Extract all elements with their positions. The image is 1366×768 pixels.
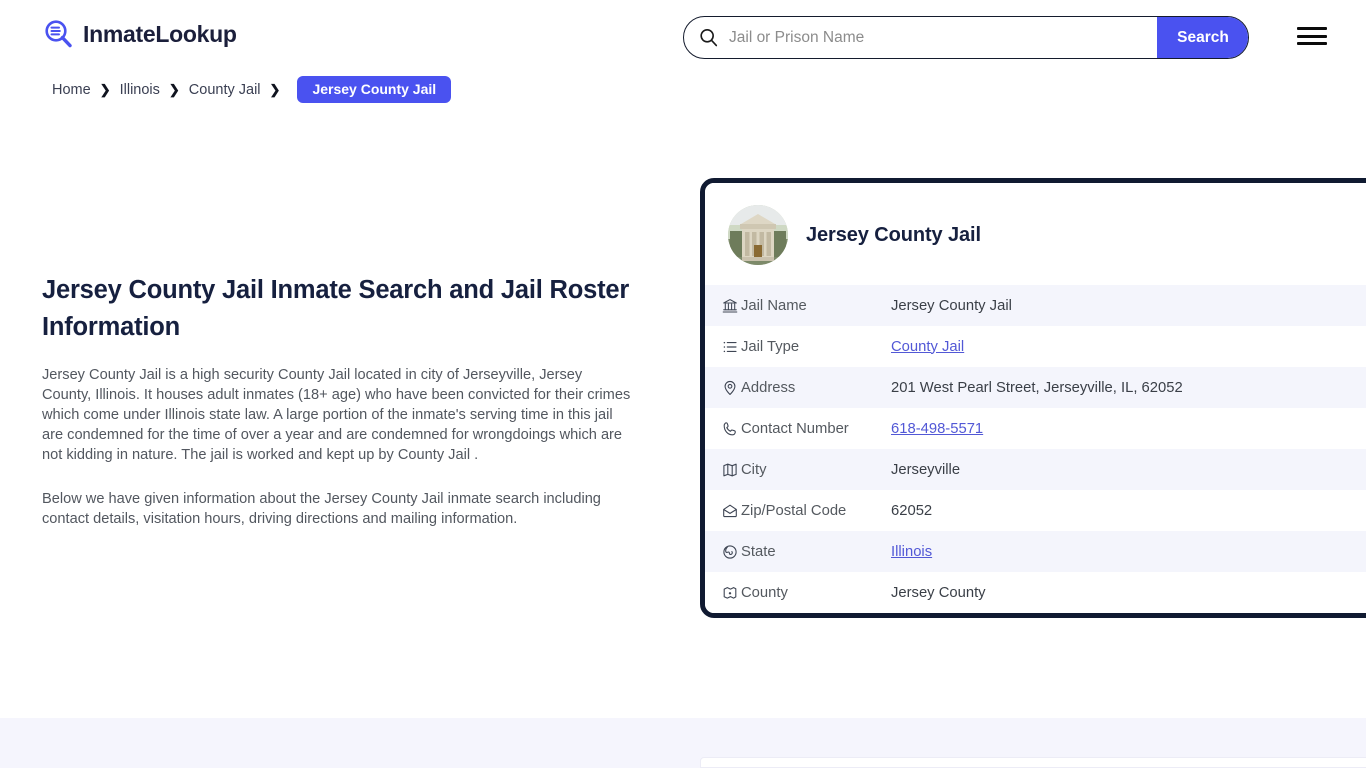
contact-number-link[interactable]: 618-498-5571 (891, 421, 983, 437)
jail-details-table: Jail Name Jersey County Jail Jail Type C… (705, 285, 1366, 613)
jail-type-link[interactable]: County Jail (891, 339, 964, 355)
table-row: City Jerseyville (705, 449, 1366, 490)
list-icon (705, 326, 741, 367)
row-value: 62052 (891, 502, 933, 519)
row-label: County (741, 584, 788, 601)
intro-section: Jersey County Jail Inmate Search and Jai… (42, 272, 642, 529)
chevron-right-icon: ❯ (269, 82, 281, 97)
search-input[interactable] (718, 17, 1157, 58)
row-label: City (741, 461, 767, 478)
row-value: Illinois (891, 531, 1366, 572)
brand-name: InmateLookup (83, 20, 237, 47)
row-label: Zip/Postal Code (741, 502, 847, 519)
search-icon (699, 28, 718, 47)
breadcrumb-item-illinois[interactable]: Illinois (120, 82, 160, 98)
hamburger-bar (1297, 27, 1327, 30)
table-row: Jail Name Jersey County Jail (705, 285, 1366, 326)
phone-icon (705, 408, 741, 449)
search-bar[interactable]: Search (683, 16, 1249, 59)
globe-icon (705, 531, 741, 572)
chevron-right-icon: ❯ (168, 82, 180, 97)
bank-building-icon (705, 285, 741, 326)
row-value: Jerseyville (891, 461, 961, 478)
table-row: Jail Type County Jail (705, 326, 1366, 367)
jail-info-card-title: Jersey County Jail (806, 223, 981, 246)
table-row: Zip/Postal Code 62052 (705, 490, 1366, 531)
row-label: Jail Type (741, 338, 800, 355)
row-label: Address (741, 379, 796, 396)
breadcrumb: Home ❯ Illinois ❯ County Jail ❯ Jersey C… (52, 76, 452, 103)
courthouse-photo (728, 205, 788, 265)
row-label: Jail Name (741, 297, 807, 314)
magnifier-list-logo-icon (42, 18, 74, 50)
row-value: County Jail (891, 326, 1366, 367)
state-link[interactable]: Illinois (891, 544, 932, 560)
hamburger-menu-icon[interactable] (1297, 24, 1327, 48)
breadcrumb-item-county-jail[interactable]: County Jail (189, 82, 261, 98)
search-button[interactable]: Search (1157, 17, 1248, 58)
table-row: Address 201 West Pearl Street, Jerseyvil… (705, 367, 1366, 408)
table-row: County Jersey County (705, 572, 1366, 613)
row-label: State (741, 543, 776, 560)
page-title: Jersey County Jail Inmate Search and Jai… (42, 276, 630, 341)
row-value: 201 West Pearl Street, Jerseyville, IL, … (891, 379, 1183, 396)
brand-logo-link[interactable]: InmateLookup (42, 18, 237, 50)
map-icon (705, 449, 741, 490)
hamburger-bar (1297, 42, 1327, 45)
county-marker-icon (705, 572, 741, 613)
row-value: Jersey County Jail (891, 297, 1012, 314)
envelope-open-icon (705, 490, 741, 531)
row-value: 618-498-5571 (891, 408, 1366, 449)
breadcrumb-item-home[interactable]: Home (52, 82, 91, 98)
page-root: InmateLookup Search Home ❯ Illinois ❯ Co… (0, 0, 1366, 768)
jail-info-card: Jersey County Jail Jail Name Jersey Coun… (700, 178, 1366, 618)
site-header: InmateLookup Search (0, 0, 1366, 72)
table-row: Contact Number 618-498-5571 (705, 408, 1366, 449)
breadcrumb-current-badge: Jersey County Jail (297, 76, 452, 103)
row-value: Jersey County (891, 584, 986, 601)
footer-panel-edge (700, 757, 1366, 768)
row-label: Contact Number (741, 420, 849, 437)
intro-paragraph-1: Jersey County Jail is a high security Co… (42, 367, 631, 463)
map-pin-icon (705, 367, 741, 408)
hamburger-bar (1297, 34, 1327, 38)
chevron-right-icon: ❯ (99, 82, 111, 97)
table-row: State Illinois (705, 531, 1366, 572)
intro-paragraph-2: Below we have given information about th… (42, 491, 601, 527)
jail-info-card-header: Jersey County Jail (705, 183, 1366, 285)
